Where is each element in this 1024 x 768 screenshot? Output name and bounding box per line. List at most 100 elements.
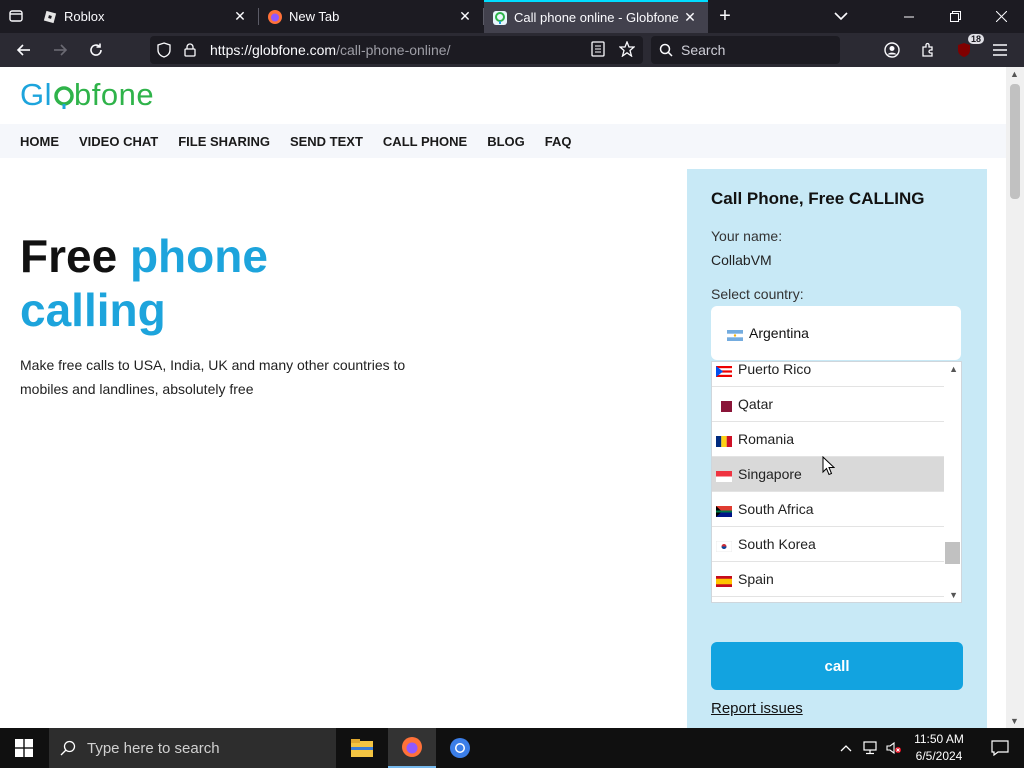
roblox-icon bbox=[42, 9, 58, 25]
menu-blog[interactable]: BLOG bbox=[487, 134, 525, 149]
account-icon[interactable] bbox=[878, 36, 906, 64]
firefox-icon bbox=[267, 9, 283, 25]
tab-title: Roblox bbox=[64, 9, 105, 24]
taskbar-search[interactable]: Type here to search bbox=[49, 728, 336, 768]
tab-strip: Roblox ✕ New Tab ✕ Call phone online - G… bbox=[0, 0, 1024, 33]
scroll-down-icon[interactable]: ▼ bbox=[1010, 716, 1019, 726]
menu-faq[interactable]: FAQ bbox=[545, 134, 572, 149]
firefox-taskbar-icon[interactable] bbox=[388, 728, 436, 768]
shield-icon[interactable] bbox=[150, 42, 178, 58]
bookmark-star-icon[interactable] bbox=[618, 39, 636, 60]
name-label: Your name: bbox=[711, 228, 783, 244]
globfone-icon bbox=[492, 10, 508, 26]
scroll-up-icon[interactable]: ▲ bbox=[949, 364, 958, 374]
tab-new-tab[interactable]: New Tab ✕ bbox=[259, 0, 484, 33]
menu-call-phone[interactable]: CALL PHONE bbox=[383, 134, 467, 149]
scroll-down-icon[interactable]: ▼ bbox=[949, 590, 958, 600]
country-label: Select country: bbox=[711, 286, 804, 302]
notification-badge: 18 bbox=[967, 34, 984, 44]
minimize-icon[interactable] bbox=[886, 0, 932, 33]
south-africa-flag-icon bbox=[716, 504, 732, 517]
call-button[interactable]: call bbox=[711, 642, 963, 690]
chevron-up-icon[interactable] bbox=[834, 728, 858, 768]
ublock-extension-icon[interactable]: 18 bbox=[950, 34, 984, 64]
option-qatar[interactable]: Qatar bbox=[712, 387, 945, 422]
option-south-korea[interactable]: South Korea bbox=[712, 527, 945, 562]
option-label: South Korea bbox=[738, 536, 816, 552]
reader-view-icon[interactable] bbox=[591, 40, 605, 60]
main-menu: HOME VIDEO CHAT FILE SHARING SEND TEXT C… bbox=[0, 124, 1006, 158]
qatar-flag-icon bbox=[716, 399, 732, 412]
report-issues-link[interactable]: Report issues bbox=[711, 700, 803, 717]
close-window-icon[interactable] bbox=[978, 0, 1024, 33]
spain-flag-icon bbox=[716, 574, 732, 587]
clock-date: 6/5/2024 bbox=[915, 749, 963, 763]
call-panel: Call Phone, Free CALLING Your name: Coll… bbox=[687, 169, 987, 728]
new-tab-button[interactable]: + bbox=[711, 2, 739, 30]
svg-text:Gl: Gl bbox=[20, 77, 52, 112]
option-label: Puerto Rico bbox=[738, 361, 812, 377]
argentina-flag-icon bbox=[727, 328, 743, 341]
puerto-rico-flag-icon bbox=[716, 364, 732, 377]
forward-icon[interactable] bbox=[46, 36, 74, 64]
panel-title: Call Phone, Free CALLING bbox=[711, 189, 925, 208]
close-icon[interactable]: ✕ bbox=[230, 7, 250, 27]
option-puerto-rico[interactable]: Puerto Rico bbox=[712, 361, 945, 387]
tab-title: Call phone online - Globfone | F bbox=[514, 10, 680, 25]
page-scrollbar[interactable]: ▲ ▼ bbox=[1006, 67, 1024, 728]
romania-flag-icon bbox=[716, 434, 732, 447]
south-korea-flag-icon bbox=[715, 539, 733, 552]
singapore-flag-icon bbox=[716, 469, 732, 482]
option-label: Qatar bbox=[738, 396, 774, 412]
search-placeholder: Search bbox=[681, 42, 726, 58]
restore-icon[interactable] bbox=[932, 0, 978, 33]
option-spain[interactable]: Spain bbox=[712, 562, 945, 597]
menu-file-sharing[interactable]: FILE SHARING bbox=[178, 134, 270, 149]
firefox-view-icon[interactable] bbox=[2, 2, 30, 30]
option-label: Romania bbox=[738, 431, 795, 447]
option-south-africa[interactable]: South Africa bbox=[712, 492, 945, 527]
navigation-toolbar: https://globfone.com/call-phone-online/ … bbox=[0, 33, 1024, 67]
menu-send-text[interactable]: SEND TEXT bbox=[290, 134, 363, 149]
hero-title-phone: phone bbox=[129, 230, 268, 282]
back-icon[interactable] bbox=[10, 36, 38, 64]
reload-icon[interactable] bbox=[82, 36, 110, 64]
network-icon[interactable] bbox=[858, 728, 882, 768]
menu-icon[interactable] bbox=[986, 36, 1014, 64]
lock-icon[interactable] bbox=[178, 43, 202, 57]
close-icon[interactable]: ✕ bbox=[680, 8, 700, 28]
dropdown-scroll-thumb[interactable] bbox=[945, 542, 960, 564]
site-logo[interactable]: Gl bfone bbox=[20, 77, 170, 121]
tab-globfone[interactable]: Call phone online - Globfone | F ✕ bbox=[484, 0, 708, 33]
list-all-tabs-icon[interactable] bbox=[827, 2, 855, 30]
windows-start-icon[interactable] bbox=[0, 728, 48, 768]
taskbar: Type here to search 11:50 AM 6/5/2024 bbox=[0, 728, 1024, 768]
file-explorer-icon[interactable] bbox=[338, 728, 386, 768]
web-page: Gl bfone HOME VIDEO CHAT FILE SHARING SE… bbox=[0, 67, 1006, 728]
volume-muted-icon[interactable] bbox=[882, 728, 906, 768]
dropdown-scrollbar[interactable]: ▲ ▼ bbox=[944, 362, 961, 602]
name-value[interactable]: CollabVM bbox=[711, 252, 772, 268]
country-select[interactable]: Argentina bbox=[711, 306, 961, 360]
menu-home[interactable]: HOME bbox=[20, 134, 59, 149]
extensions-icon[interactable] bbox=[914, 36, 942, 64]
notifications-icon[interactable] bbox=[976, 728, 1024, 768]
url-host: https://globfone.com bbox=[210, 42, 337, 58]
url-text[interactable]: https://globfone.com/call-phone-online/ bbox=[210, 42, 450, 58]
system-clock[interactable]: 11:50 AM 6/5/2024 bbox=[905, 731, 973, 765]
tab-roblox[interactable]: Roblox ✕ bbox=[34, 0, 259, 33]
option-romania[interactable]: Romania bbox=[712, 422, 945, 457]
address-bar[interactable]: https://globfone.com/call-phone-online/ bbox=[150, 36, 643, 64]
hero-description: Make free calls to USA, India, UK and ma… bbox=[20, 357, 406, 397]
chrome-taskbar-icon[interactable] bbox=[436, 728, 484, 768]
page-scroll-thumb[interactable] bbox=[1010, 84, 1020, 199]
close-icon[interactable]: ✕ bbox=[455, 7, 475, 27]
hero-title-calling: calling bbox=[20, 284, 166, 336]
option-label: South Africa bbox=[738, 501, 814, 517]
hero-title: Free phone calling bbox=[20, 229, 268, 337]
country-dropdown-list[interactable]: Puerto Rico Qatar Romania Singapore Sout… bbox=[711, 361, 962, 603]
option-label: Singapore bbox=[738, 466, 802, 482]
menu-video-chat[interactable]: VIDEO CHAT bbox=[79, 134, 158, 149]
scroll-up-icon[interactable]: ▲ bbox=[1010, 69, 1019, 79]
search-bar[interactable]: Search bbox=[651, 36, 840, 64]
